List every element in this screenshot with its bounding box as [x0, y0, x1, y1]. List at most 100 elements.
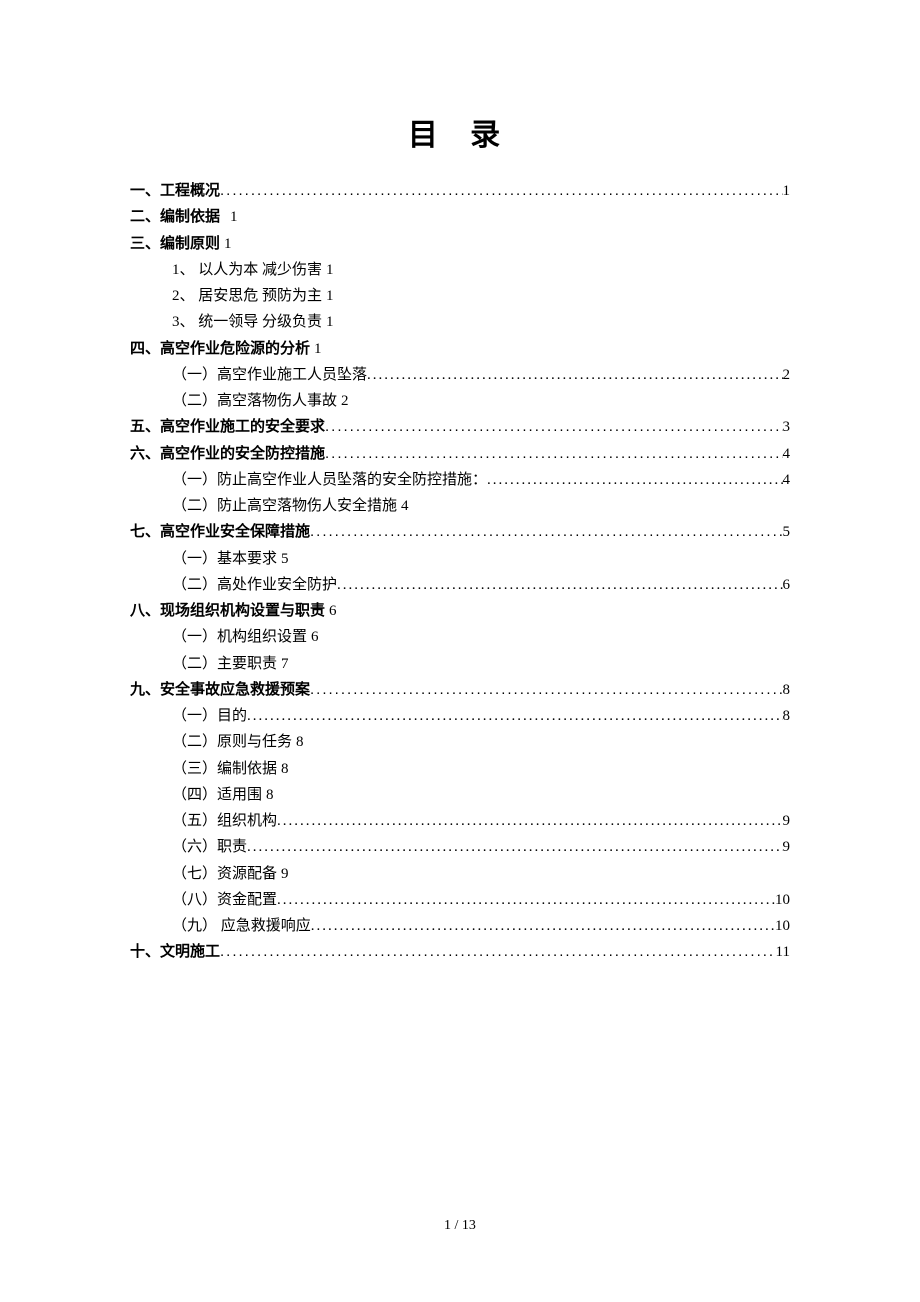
- toc-entry-label: 3、 统一领导 分级负责: [172, 309, 322, 335]
- toc-entry-page: 6: [329, 598, 337, 624]
- toc-entry: 十、文明施工 11: [130, 939, 790, 965]
- toc-leader-dots: [325, 441, 782, 467]
- toc-entry-label: 二、编制依据: [130, 204, 220, 230]
- toc-entry-page: 8: [266, 782, 274, 808]
- toc-entry-page: 10: [775, 887, 790, 913]
- toc-leader-dots: [310, 677, 782, 703]
- toc-entry-page: 6: [311, 624, 319, 650]
- toc-leader-dots: [367, 362, 782, 388]
- toc-leader-dots: [220, 939, 776, 965]
- toc-entry: 三、编制原则1: [130, 231, 790, 257]
- toc-entry-label: （一）基本要求: [172, 546, 277, 572]
- toc-entry-label: （二）高空落物伤人事故: [172, 388, 337, 414]
- toc-title: 目 录: [130, 110, 790, 154]
- toc-entry: 六、高空作业的安全防控措施4: [130, 441, 790, 467]
- toc-entry-page: 1: [326, 283, 334, 309]
- toc-entry-page: 4: [783, 441, 791, 467]
- toc-entry: 2、 居安思危 预防为主1: [172, 283, 790, 309]
- toc-entry: （一）防止高空作业人员坠落的安全防控措施： 4: [172, 467, 790, 493]
- toc-entry: （一）机构组织设置6: [172, 624, 790, 650]
- toc-entry: 1、 以人为本 减少伤害1: [172, 257, 790, 283]
- toc-leader-dots: [220, 178, 782, 204]
- toc-entry-label: （一）目的: [172, 703, 247, 729]
- toc-entry-label: （二）高处作业安全防护: [172, 572, 337, 598]
- toc-entry-label: 十、文明施工: [130, 939, 220, 965]
- toc-entry-page: 8: [783, 677, 791, 703]
- toc-entry-page: 1: [314, 336, 322, 362]
- toc-leader-dots: [247, 834, 782, 860]
- toc-entry-page: 9: [783, 808, 791, 834]
- toc-entry: （八）资金配置 10: [172, 887, 790, 913]
- toc-entry-label: （二）防止高空落物伤人安全措施: [172, 493, 397, 519]
- toc-entry-page: 8: [281, 756, 289, 782]
- toc-entry: （四）适用围8: [172, 782, 790, 808]
- table-of-contents: 一、工程概况1二、编制依据1三、编制原则11、 以人为本 减少伤害12、 居安思…: [130, 178, 790, 966]
- toc-entry: 五、高空作业施工的安全要求 3: [130, 414, 790, 440]
- toc-entry-page: 7: [281, 651, 289, 677]
- toc-entry-page: 11: [776, 939, 790, 965]
- toc-entry-label: 2、 居安思危 预防为主: [172, 283, 322, 309]
- toc-entry: 一、工程概况 1: [130, 178, 790, 204]
- toc-entry: （九） 应急救援响应10: [172, 913, 790, 939]
- toc-entry: （二）高处作业安全防护 6: [172, 572, 790, 598]
- toc-entry: （三）编制依据8: [172, 756, 790, 782]
- toc-entry-page: 8: [783, 703, 791, 729]
- toc-entry-page: 2: [341, 388, 349, 414]
- toc-entry-page: 8: [296, 729, 304, 755]
- toc-entry-page: 1: [326, 309, 334, 335]
- toc-entry: 3、 统一领导 分级负责1: [172, 309, 790, 335]
- toc-entry-label: 1、 以人为本 减少伤害: [172, 257, 322, 283]
- toc-entry-page: 5: [281, 546, 289, 572]
- toc-entry-page: 9: [783, 834, 791, 860]
- toc-entry-label: （二）原则与任务: [172, 729, 292, 755]
- toc-entry-page: 3: [783, 414, 791, 440]
- toc-entry-label: （八）资金配置: [172, 887, 277, 913]
- toc-entry-label: （一）高空作业施工人员坠落: [172, 362, 367, 388]
- toc-entry: （五）组织机构 9: [172, 808, 790, 834]
- toc-leader-dots: [487, 467, 782, 493]
- toc-entry: （七）资源配备9: [172, 861, 790, 887]
- toc-entry: （一）高空作业施工人员坠落2: [172, 362, 790, 388]
- toc-entry-page: 10: [775, 913, 790, 939]
- toc-entry-label: （六）职责: [172, 834, 247, 860]
- toc-entry-label: （一）防止高空作业人员坠落的安全防控措施：: [172, 467, 487, 493]
- toc-entry-page: 1: [326, 257, 334, 283]
- toc-entry-label: （一）机构组织设置: [172, 624, 307, 650]
- toc-entry: （二）高空落物伤人事故2: [172, 388, 790, 414]
- toc-entry-page: 4: [401, 493, 409, 519]
- toc-entry: 九、安全事故应急救援预案 8: [130, 677, 790, 703]
- toc-entry-label: （五）组织机构: [172, 808, 277, 834]
- toc-entry-page: 6: [783, 572, 791, 598]
- toc-entry-label: 四、高空作业危险源的分析: [130, 336, 310, 362]
- toc-entry: 八、现场组织机构设置与职责6: [130, 598, 790, 624]
- toc-leader-dots: [310, 519, 782, 545]
- page-footer: 1 / 13: [0, 1218, 920, 1234]
- toc-entry-label: 八、现场组织机构设置与职责: [130, 598, 325, 624]
- toc-entry-label: （七）资源配备: [172, 861, 277, 887]
- toc-entry-label: 五、高空作业施工的安全要求: [130, 414, 325, 440]
- toc-entry: （一）目的 8: [172, 703, 790, 729]
- toc-entry-page: 4: [783, 467, 791, 493]
- toc-entry-label: 七、高空作业安全保障措施: [130, 519, 310, 545]
- toc-leader-dots: [247, 703, 782, 729]
- toc-entry-label: （四）适用围: [172, 782, 262, 808]
- toc-leader-dots: [277, 887, 775, 913]
- document-page: 目 录 一、工程概况1二、编制依据1三、编制原则11、 以人为本 减少伤害12、…: [0, 0, 920, 966]
- toc-entry-label: （二）主要职责: [172, 651, 277, 677]
- toc-entry: （二）主要职责7: [172, 651, 790, 677]
- toc-entry-page: 9: [281, 861, 289, 887]
- toc-entry-page: 5: [783, 519, 791, 545]
- toc-entry-page: 1: [783, 178, 791, 204]
- toc-leader-dots: [311, 913, 775, 939]
- toc-entry-page: 1: [224, 231, 232, 257]
- toc-leader-dots: [325, 414, 782, 440]
- toc-entry: （一）基本要求5: [172, 546, 790, 572]
- toc-leader-dots: [337, 572, 782, 598]
- toc-entry-label: 一、工程概况: [130, 178, 220, 204]
- toc-entry: （二）防止高空落物伤人安全措施4: [172, 493, 790, 519]
- toc-entry-label: 九、安全事故应急救援预案: [130, 677, 310, 703]
- toc-entry: （二）原则与任务8: [172, 729, 790, 755]
- toc-entry: 四、高空作业危险源的分析1: [130, 336, 790, 362]
- toc-leader-dots: [277, 808, 782, 834]
- toc-entry: 二、编制依据1: [130, 204, 790, 230]
